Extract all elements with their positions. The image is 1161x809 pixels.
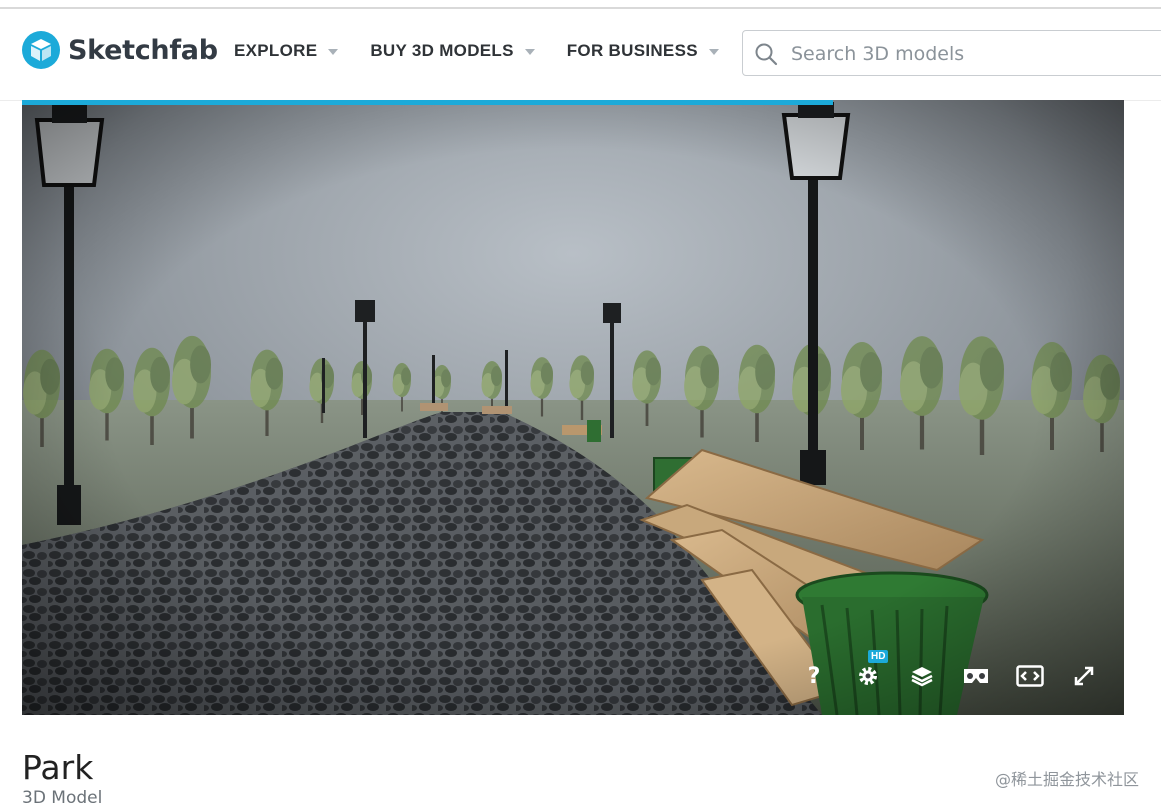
park-scene[interactable] <box>22 100 1124 715</box>
search-input[interactable] <box>789 39 1153 69</box>
settings-button[interactable]: HD <box>854 650 889 690</box>
hd-badge: HD <box>868 650 889 663</box>
nav-for-business[interactable]: FOR BUSINESS <box>567 41 719 61</box>
search-box[interactable] <box>742 30 1161 76</box>
watermark: @稀土掘金技术社区 <box>994 770 1139 789</box>
embed-button[interactable] <box>1016 662 1044 690</box>
help-button[interactable]: ? <box>800 662 828 690</box>
model-viewer[interactable]: ? HD <box>22 100 1124 715</box>
fullscreen-button[interactable] <box>1070 662 1098 690</box>
embed-icon <box>1016 665 1044 687</box>
nav-business-label: FOR BUSINESS <box>566 41 698 60</box>
nav-explore[interactable]: EXPLORE <box>234 41 339 61</box>
brand-name: Sketchfab <box>68 34 218 66</box>
vr-button[interactable] <box>962 662 990 690</box>
model-title: Park <box>22 748 94 787</box>
site-header: Sketchfab EXPLORE BUY 3D MODELS FOR BUSI… <box>0 9 1161 101</box>
loading-progress-bar <box>22 100 834 105</box>
search-icon <box>755 43 778 66</box>
chevron-down-icon <box>708 49 719 55</box>
layers-icon <box>911 667 933 687</box>
nav-buy-3d-models[interactable]: BUY 3D MODELS <box>370 41 535 61</box>
layers-button[interactable] <box>908 662 936 690</box>
chevron-down-icon <box>524 49 535 55</box>
viewer-controls: ? HD <box>800 650 1098 690</box>
sketchfab-logo-icon <box>22 31 60 69</box>
nav-buy-label: BUY 3D MODELS <box>370 41 514 60</box>
model-type: 3D Model <box>22 788 103 808</box>
main-nav: EXPLORE BUY 3D MODELS FOR BUSINESS <box>234 41 751 61</box>
nav-explore-label: EXPLORE <box>234 41 318 60</box>
gear-icon <box>859 667 877 685</box>
fullscreen-icon <box>1074 666 1094 686</box>
chevron-down-icon <box>328 49 339 55</box>
sketchfab-logo[interactable]: Sketchfab <box>22 31 218 69</box>
help-icon: ? <box>807 663 821 689</box>
vr-headset-icon <box>964 669 988 683</box>
